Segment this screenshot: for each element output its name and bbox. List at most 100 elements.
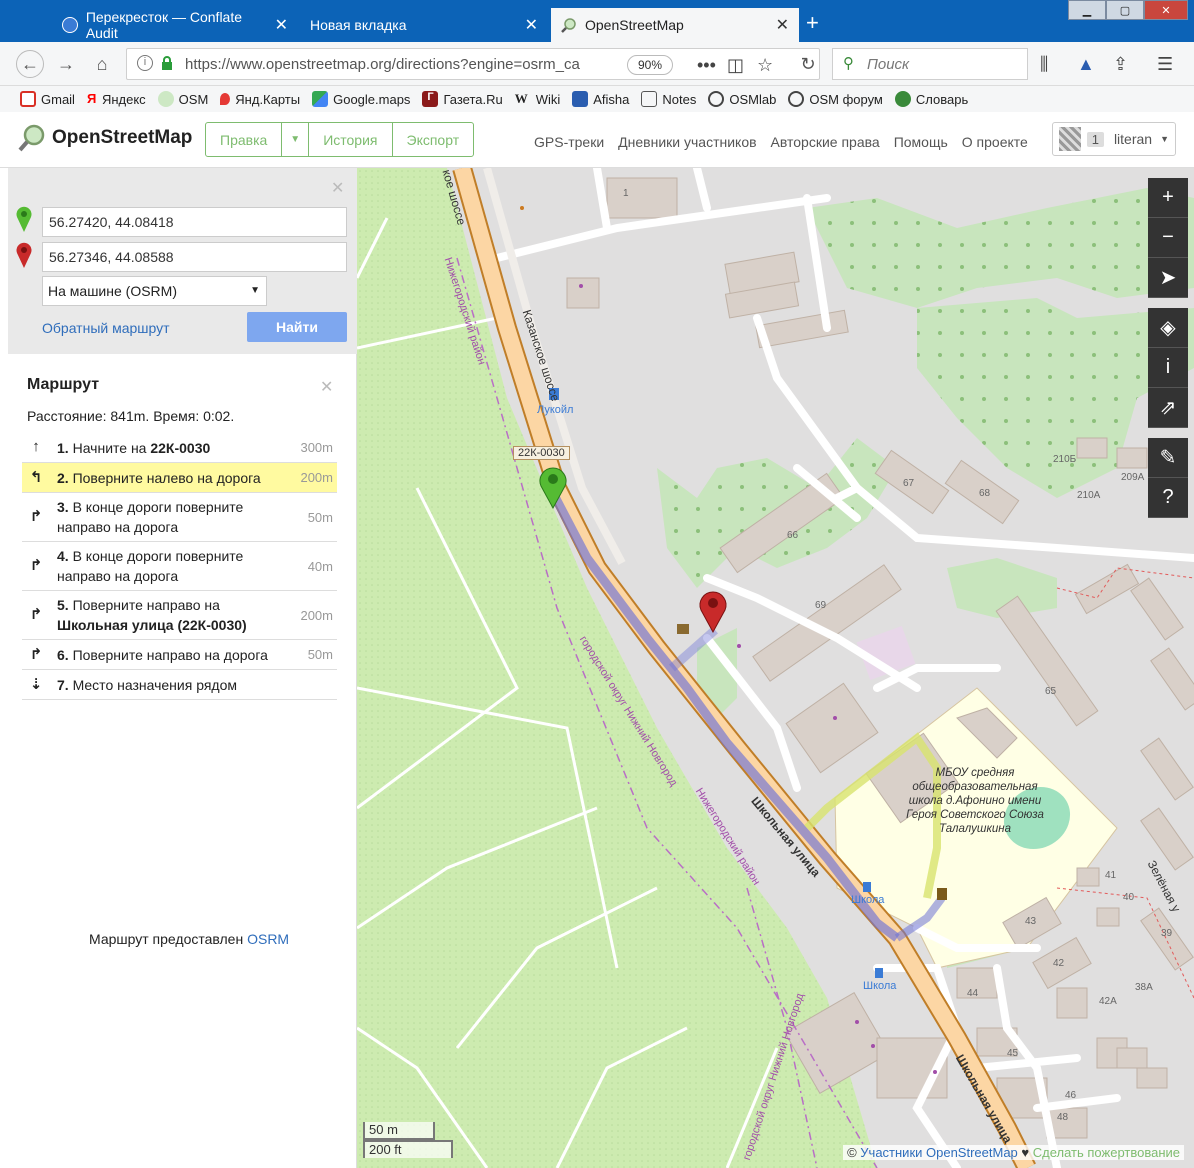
home-icon[interactable]: ⌂ — [90, 52, 114, 76]
house-number: 42А — [1099, 996, 1117, 1007]
window-controls: ▁ ▢ ✕ — [1068, 0, 1188, 20]
tab-new-tab[interactable]: Новая вкладка ✕ — [300, 8, 548, 42]
reverse-route-link[interactable]: Обратный маршрут — [42, 320, 170, 336]
osm-logo-text: OpenStreetMap — [52, 127, 193, 148]
query-features-icon[interactable]: ? — [1148, 478, 1188, 518]
osm-favicon-icon — [561, 18, 576, 33]
routing-mode-select[interactable]: На машине (OSRM) ▼ — [42, 276, 267, 306]
poi-label-school: МБОУ средняя общеобразовательная школа д… — [906, 767, 1044, 835]
back-icon[interactable]: ← — [16, 50, 44, 78]
route-step[interactable]: ↱ 3. В конце дороги поверните направо на … — [22, 493, 337, 542]
turn-right-icon: ↱ — [29, 646, 43, 663]
bookmark-osm[interactable]: OSM — [157, 91, 208, 107]
bookmark-yandex[interactable]: Я Яндекс — [87, 91, 146, 107]
page-actions-icon[interactable]: ••• — [697, 55, 716, 76]
maximize-icon[interactable]: ▢ — [1106, 0, 1144, 20]
route-step[interactable]: ⇣ 7. Место назначения рядом — [22, 670, 337, 700]
export-button[interactable]: Экспорт — [393, 123, 474, 156]
lock-icon — [162, 56, 172, 70]
extension-download-icon[interactable]: ⇪ — [1113, 54, 1128, 75]
tab-title: Новая вкладка — [310, 17, 407, 33]
bookmark-osm-forum[interactable]: OSM форум — [788, 91, 883, 107]
tab-openstreetmap[interactable]: OpenStreetMap ✕ — [551, 8, 799, 42]
user-message-count: 1 — [1086, 131, 1104, 147]
map-info-icon[interactable]: i — [1148, 348, 1188, 388]
zoom-level-badge[interactable]: 90% — [627, 55, 674, 75]
bookmark-afisha[interactable]: Afisha — [572, 91, 629, 107]
minimize-icon[interactable]: ▁ — [1068, 0, 1106, 20]
route-step[interactable]: ↱ 6. Поверните направо на дорога 50m — [22, 640, 337, 670]
reload-icon[interactable]: ↻ — [796, 52, 820, 76]
route-step-highlighted[interactable]: ↰ 2. Поверните налево на дорога 200m — [22, 463, 337, 493]
house-number: 210А — [1077, 490, 1101, 501]
osm-action-buttons: Правка ▼ История Экспорт — [205, 122, 475, 157]
layers-icon[interactable]: ◈ — [1148, 308, 1188, 348]
bookmark-gmail[interactable]: Gmail — [20, 91, 75, 107]
link-gps-traces[interactable]: GPS-треки — [534, 134, 604, 150]
gazeta-icon: Г — [422, 91, 439, 107]
menu-icon[interactable]: ☰ — [1157, 54, 1173, 75]
chevron-down-icon: ▼ — [1160, 134, 1169, 144]
route-step[interactable]: ↱ 5. Поверните направо на Школьная улица … — [22, 591, 337, 640]
url-text: https://www.openstreetmap.org/directions… — [185, 55, 580, 73]
url-bar[interactable]: i https://www.openstreetmap.org/directio… — [126, 48, 820, 80]
history-button[interactable]: История — [309, 123, 393, 156]
donate-link[interactable]: Сделать пожертвование — [1033, 1145, 1180, 1160]
locate-icon[interactable]: ➤ — [1148, 258, 1188, 298]
bookmark-gazeta[interactable]: Г Газета.Ru — [422, 91, 503, 107]
zoom-in-icon[interactable]: + — [1148, 178, 1188, 218]
tab-title: Перекресток — Conflate Audit — [85, 9, 243, 41]
map-view[interactable]: кое шоссе Казанское шоссе Школьная улица… — [357, 168, 1194, 1168]
osm-logo[interactable]: OpenStreetMap — [18, 124, 192, 152]
route-step[interactable]: ↑ 1. Начните на 22К-0030 300m — [22, 433, 337, 463]
link-about[interactable]: О проекте — [962, 134, 1028, 150]
route-step[interactable]: ↱ 4. В конце дороги поверните направо на … — [22, 542, 337, 591]
bookmark-google-maps[interactable]: Google.maps — [312, 91, 410, 107]
bookmark-dictionary[interactable]: Словарь — [894, 91, 968, 107]
forward-icon[interactable]: → — [54, 52, 78, 76]
house-number: 1 — [623, 188, 629, 199]
route-summary: Расстояние: 841m. Время: 0:02. — [27, 408, 235, 424]
tab-conflate-audit[interactable]: Перекресток — Conflate Audit ✕ — [52, 8, 298, 42]
close-window-icon[interactable]: ✕ — [1144, 0, 1188, 20]
straight-arrow-icon: ↑ — [32, 438, 40, 455]
link-help[interactable]: Помощь — [894, 134, 948, 150]
close-icon[interactable]: ✕ — [331, 178, 344, 198]
tab-close-icon[interactable]: ✕ — [776, 15, 789, 35]
edit-dropdown-icon[interactable]: ▼ — [282, 123, 310, 156]
to-input[interactable]: 56.27346, 44.08588 — [42, 242, 347, 272]
bookmark-star-icon[interactable]: ☆ — [757, 55, 773, 76]
house-number: 43 — [1025, 916, 1037, 927]
from-input[interactable]: 56.27420, 44.08418 — [42, 207, 347, 237]
end-marker-icon[interactable] — [699, 591, 727, 634]
add-note-icon[interactable]: ✎ — [1148, 438, 1188, 478]
bookmark-notes[interactable]: Notes — [641, 91, 696, 107]
avatar — [1059, 127, 1081, 151]
share-icon[interactable]: ⇗ — [1148, 388, 1188, 428]
tab-title: OpenStreetMap — [585, 17, 684, 33]
bookmark-wiki[interactable]: W Wiki — [515, 91, 561, 107]
pocket-icon[interactable]: ◫ — [727, 55, 744, 76]
scale-feet: 200 ft — [363, 1140, 453, 1158]
tab-close-icon[interactable]: ✕ — [275, 15, 288, 35]
extension-icon[interactable]: ▲ — [1077, 54, 1095, 75]
tab-close-icon[interactable]: ✕ — [525, 15, 538, 35]
route-steps: ↑ 1. Начните на 22К-0030 300m ↰ 2. Повер… — [22, 433, 337, 700]
close-route-icon[interactable]: ✕ — [320, 377, 333, 397]
new-tab-icon[interactable]: + — [806, 10, 819, 36]
zoom-out-icon[interactable]: − — [1148, 218, 1188, 258]
link-diaries[interactable]: Дневники участников — [618, 134, 756, 150]
username: literan — [1113, 131, 1153, 147]
find-button[interactable]: Найти — [247, 312, 347, 342]
osm-contributors-link[interactable]: Участники OpenStreetMap — [860, 1145, 1018, 1160]
user-menu[interactable]: 1 literan ▼ — [1052, 122, 1176, 156]
info-icon[interactable]: i — [137, 55, 153, 71]
bookmark-osmlab[interactable]: OSMlab — [708, 91, 776, 107]
library-icon[interactable]: ⫼ — [1040, 54, 1048, 75]
link-copyright[interactable]: Авторские права — [771, 134, 880, 150]
bookmark-yandex-maps[interactable]: Янд.Карты — [220, 92, 300, 107]
osrm-link[interactable]: OSRM — [247, 931, 289, 947]
search-input[interactable]: ⚲ Поиск — [832, 48, 1028, 80]
edit-button[interactable]: Правка — [206, 123, 283, 156]
map-controls: + − ➤ ◈ i ⇗ ✎ ? — [1148, 178, 1188, 518]
